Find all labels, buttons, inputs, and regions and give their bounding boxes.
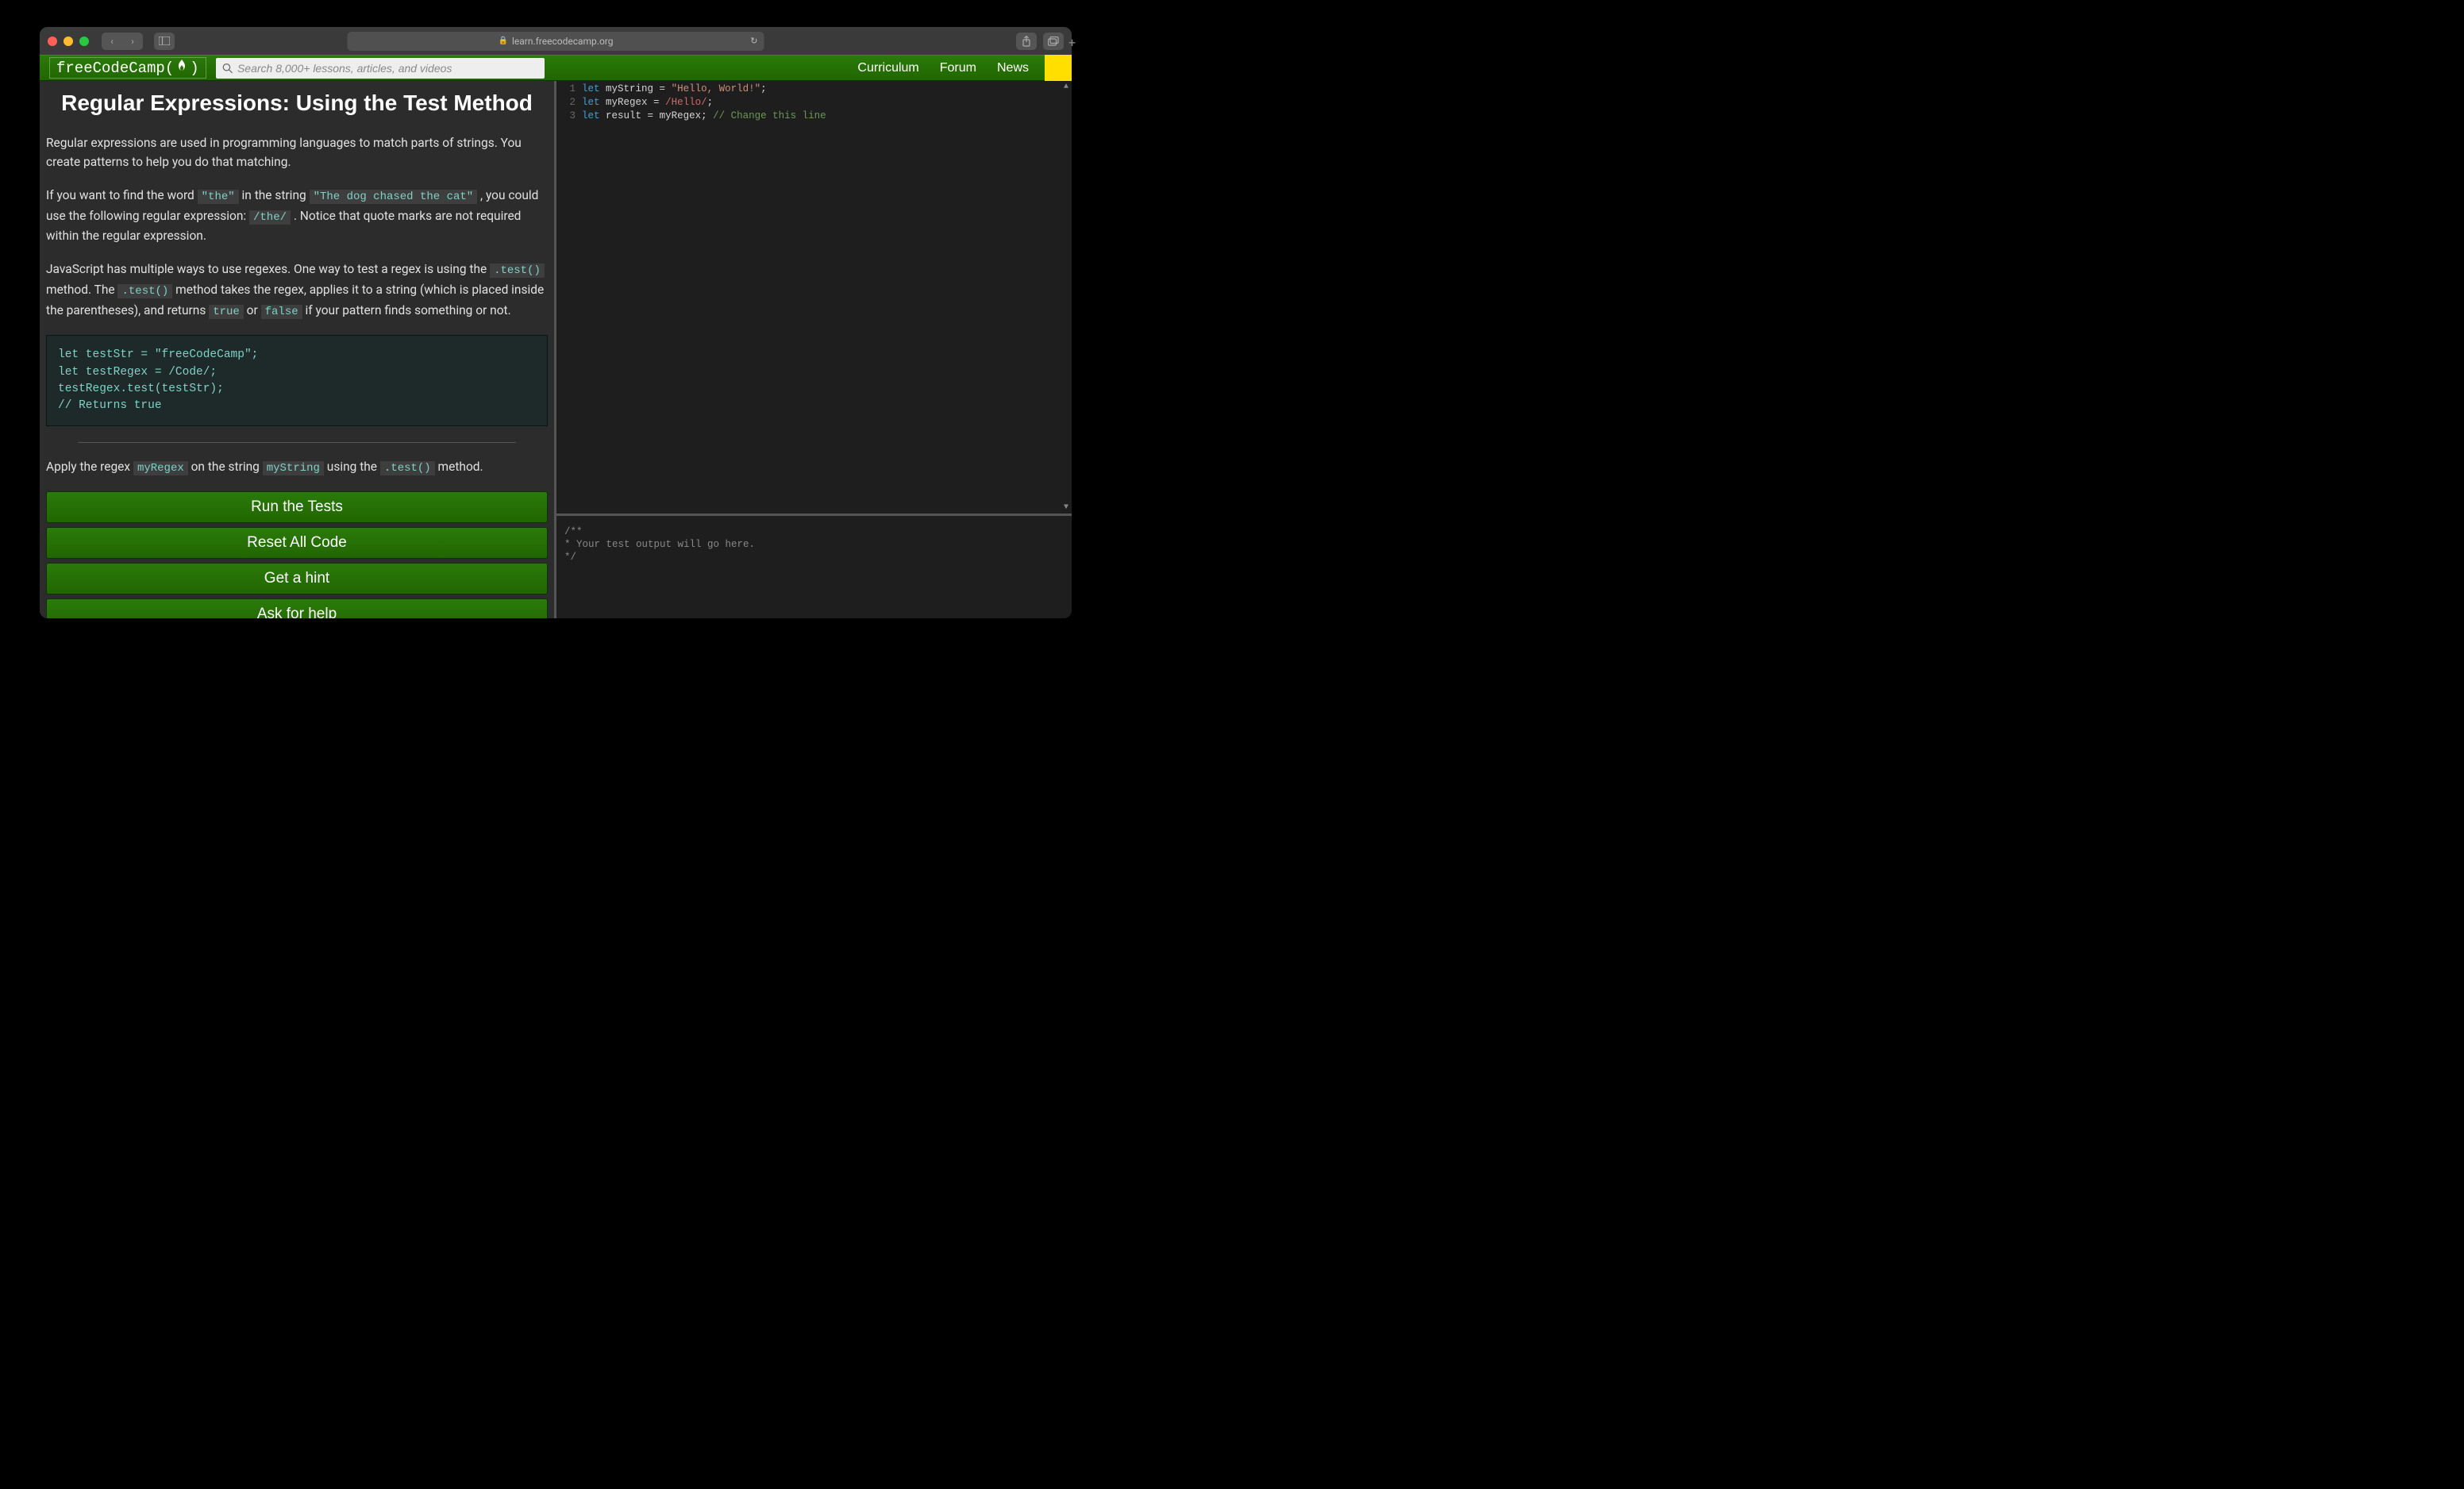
- ask-help-button[interactable]: Ask for help: [46, 598, 548, 618]
- lesson-p2: If you want to find the word "the" in th…: [46, 186, 548, 245]
- brand-logo[interactable]: freeCodeCamp( ): [49, 57, 206, 79]
- code-test2: .test(): [117, 284, 172, 298]
- text: in the string: [239, 188, 310, 202]
- text: Apply the regex: [46, 460, 133, 474]
- reset-code-button[interactable]: Reset All Code: [46, 527, 548, 559]
- search-box[interactable]: [216, 58, 545, 79]
- search-icon: [222, 63, 233, 74]
- nav-news[interactable]: News: [997, 61, 1029, 75]
- scroll-up-icon[interactable]: ▲: [1064, 83, 1068, 91]
- code-myregex: myRegex: [133, 461, 188, 475]
- nav-links: Curriculum Forum News: [857, 61, 1029, 75]
- console-line: */: [564, 551, 1064, 564]
- tabs-button[interactable]: [1043, 33, 1064, 50]
- code-sentence: "The dog chased the cat": [310, 190, 478, 204]
- text: method. The: [46, 283, 117, 297]
- titlebar: ‹ › 🔒 learn.freecodecamp.org ↻: [40, 27, 1072, 55]
- sidebar-toggle-button[interactable]: [154, 33, 175, 50]
- lesson-title: Regular Expressions: Using the Test Meth…: [46, 90, 548, 116]
- code-the-regex: /the/: [249, 210, 291, 225]
- example-codeblock: let testStr = "freeCodeCamp"; let testRe…: [46, 335, 548, 425]
- fire-icon: [175, 59, 188, 77]
- text: if your pattern finds something or not.: [302, 303, 511, 317]
- reload-icon[interactable]: ↻: [750, 36, 757, 46]
- close-window-button[interactable]: [48, 37, 57, 46]
- id: myRegex: [660, 110, 702, 121]
- traffic-lights: [48, 37, 89, 46]
- maximize-window-button[interactable]: [79, 37, 89, 46]
- op: =: [653, 83, 672, 94]
- code-lines[interactable]: let myString = "Hello, World!"; let myRe…: [582, 81, 826, 514]
- id: myString: [606, 83, 653, 94]
- code-the: "the": [198, 190, 239, 204]
- str: "Hello, World!": [672, 83, 761, 94]
- lesson-p3: JavaScript has multiple ways to use rege…: [46, 260, 548, 321]
- code-mystring: myString: [263, 461, 324, 475]
- code-editor[interactable]: ▲ 1 2 3 let myString = "Hello, World!"; …: [556, 81, 1072, 514]
- id: result: [606, 110, 641, 121]
- forward-button[interactable]: ›: [122, 33, 143, 50]
- titlebar-right: [1016, 33, 1064, 50]
- minimize-window-button[interactable]: [64, 37, 73, 46]
- reg: /Hello/: [665, 97, 707, 108]
- brand-close: ): [190, 60, 198, 77]
- id: myRegex: [606, 97, 648, 108]
- line-number: 2: [556, 96, 576, 110]
- comment: // Change this line: [713, 110, 826, 121]
- editor-pane: ▲ 1 2 3 let myString = "Hello, World!"; …: [554, 81, 1072, 618]
- scroll-down-icon[interactable]: ▼: [1064, 503, 1068, 512]
- code-test3: .test(): [380, 461, 435, 475]
- sidebar-icon: [159, 37, 170, 45]
- line-gutter: 1 2 3: [556, 81, 582, 514]
- text: If you want to find the word: [46, 188, 198, 202]
- code-true: true: [209, 305, 244, 319]
- line-number: 3: [556, 110, 576, 123]
- console-line: * Your test output will go here.: [564, 538, 1064, 551]
- code-test: .test(): [490, 264, 545, 278]
- search-input[interactable]: [237, 62, 538, 75]
- kw: let: [582, 97, 600, 108]
- lock-icon: 🔒: [499, 37, 508, 45]
- text: using the: [324, 460, 380, 474]
- op: =: [648, 97, 666, 108]
- text: on the string: [188, 460, 263, 474]
- new-tab-button[interactable]: +: [1062, 35, 2464, 50]
- kw: let: [582, 110, 600, 121]
- kw: let: [582, 83, 600, 94]
- separator: [78, 442, 516, 443]
- share-icon: [1022, 36, 1031, 47]
- text: JavaScript has multiple ways to use rege…: [46, 262, 490, 276]
- output-console: /** * Your test output will go here. */: [556, 514, 1072, 618]
- op: ;: [707, 97, 714, 108]
- main-area: Regular Expressions: Using the Test Meth…: [40, 81, 1072, 618]
- brand-text: freeCodeCamp(: [56, 60, 174, 77]
- code-line: let myString = "Hello, World!";: [582, 83, 826, 96]
- site-nav: freeCodeCamp( ) Curriculum Forum News: [40, 55, 1072, 81]
- task-text: Apply the regex myRegex on the string my…: [46, 457, 548, 478]
- get-hint-button[interactable]: Get a hint: [46, 563, 548, 594]
- text: or: [244, 303, 261, 317]
- op: ;: [760, 83, 767, 94]
- console-line: /**: [564, 525, 1064, 538]
- browser-window: ‹ › 🔒 learn.freecodecamp.org ↻ freeCodeC…: [40, 27, 1072, 618]
- url-bar[interactable]: 🔒 learn.freecodecamp.org ↻: [348, 32, 764, 51]
- nav-forum[interactable]: Forum: [940, 61, 976, 75]
- tabs-icon: [1048, 37, 1059, 46]
- code-false: false: [261, 305, 302, 319]
- share-button[interactable]: [1016, 33, 1037, 50]
- back-button[interactable]: ‹: [102, 33, 122, 50]
- line-number: 1: [556, 83, 576, 96]
- url-text: learn.freecodecamp.org: [512, 36, 614, 47]
- op: ;: [701, 110, 713, 121]
- nav-curriculum[interactable]: Curriculum: [857, 61, 918, 75]
- lesson-pane[interactable]: Regular Expressions: Using the Test Meth…: [40, 81, 554, 618]
- code-line: let result = myRegex; // Change this lin…: [582, 110, 826, 123]
- op: =: [641, 110, 660, 121]
- nav-buttons: ‹ ›: [102, 33, 143, 50]
- text: method.: [435, 460, 483, 474]
- code-line: let myRegex = /Hello/;: [582, 96, 826, 110]
- run-tests-button[interactable]: Run the Tests: [46, 491, 548, 523]
- lesson-intro: Regular expressions are used in programm…: [46, 133, 548, 171]
- menu-button[interactable]: [1045, 55, 1072, 81]
